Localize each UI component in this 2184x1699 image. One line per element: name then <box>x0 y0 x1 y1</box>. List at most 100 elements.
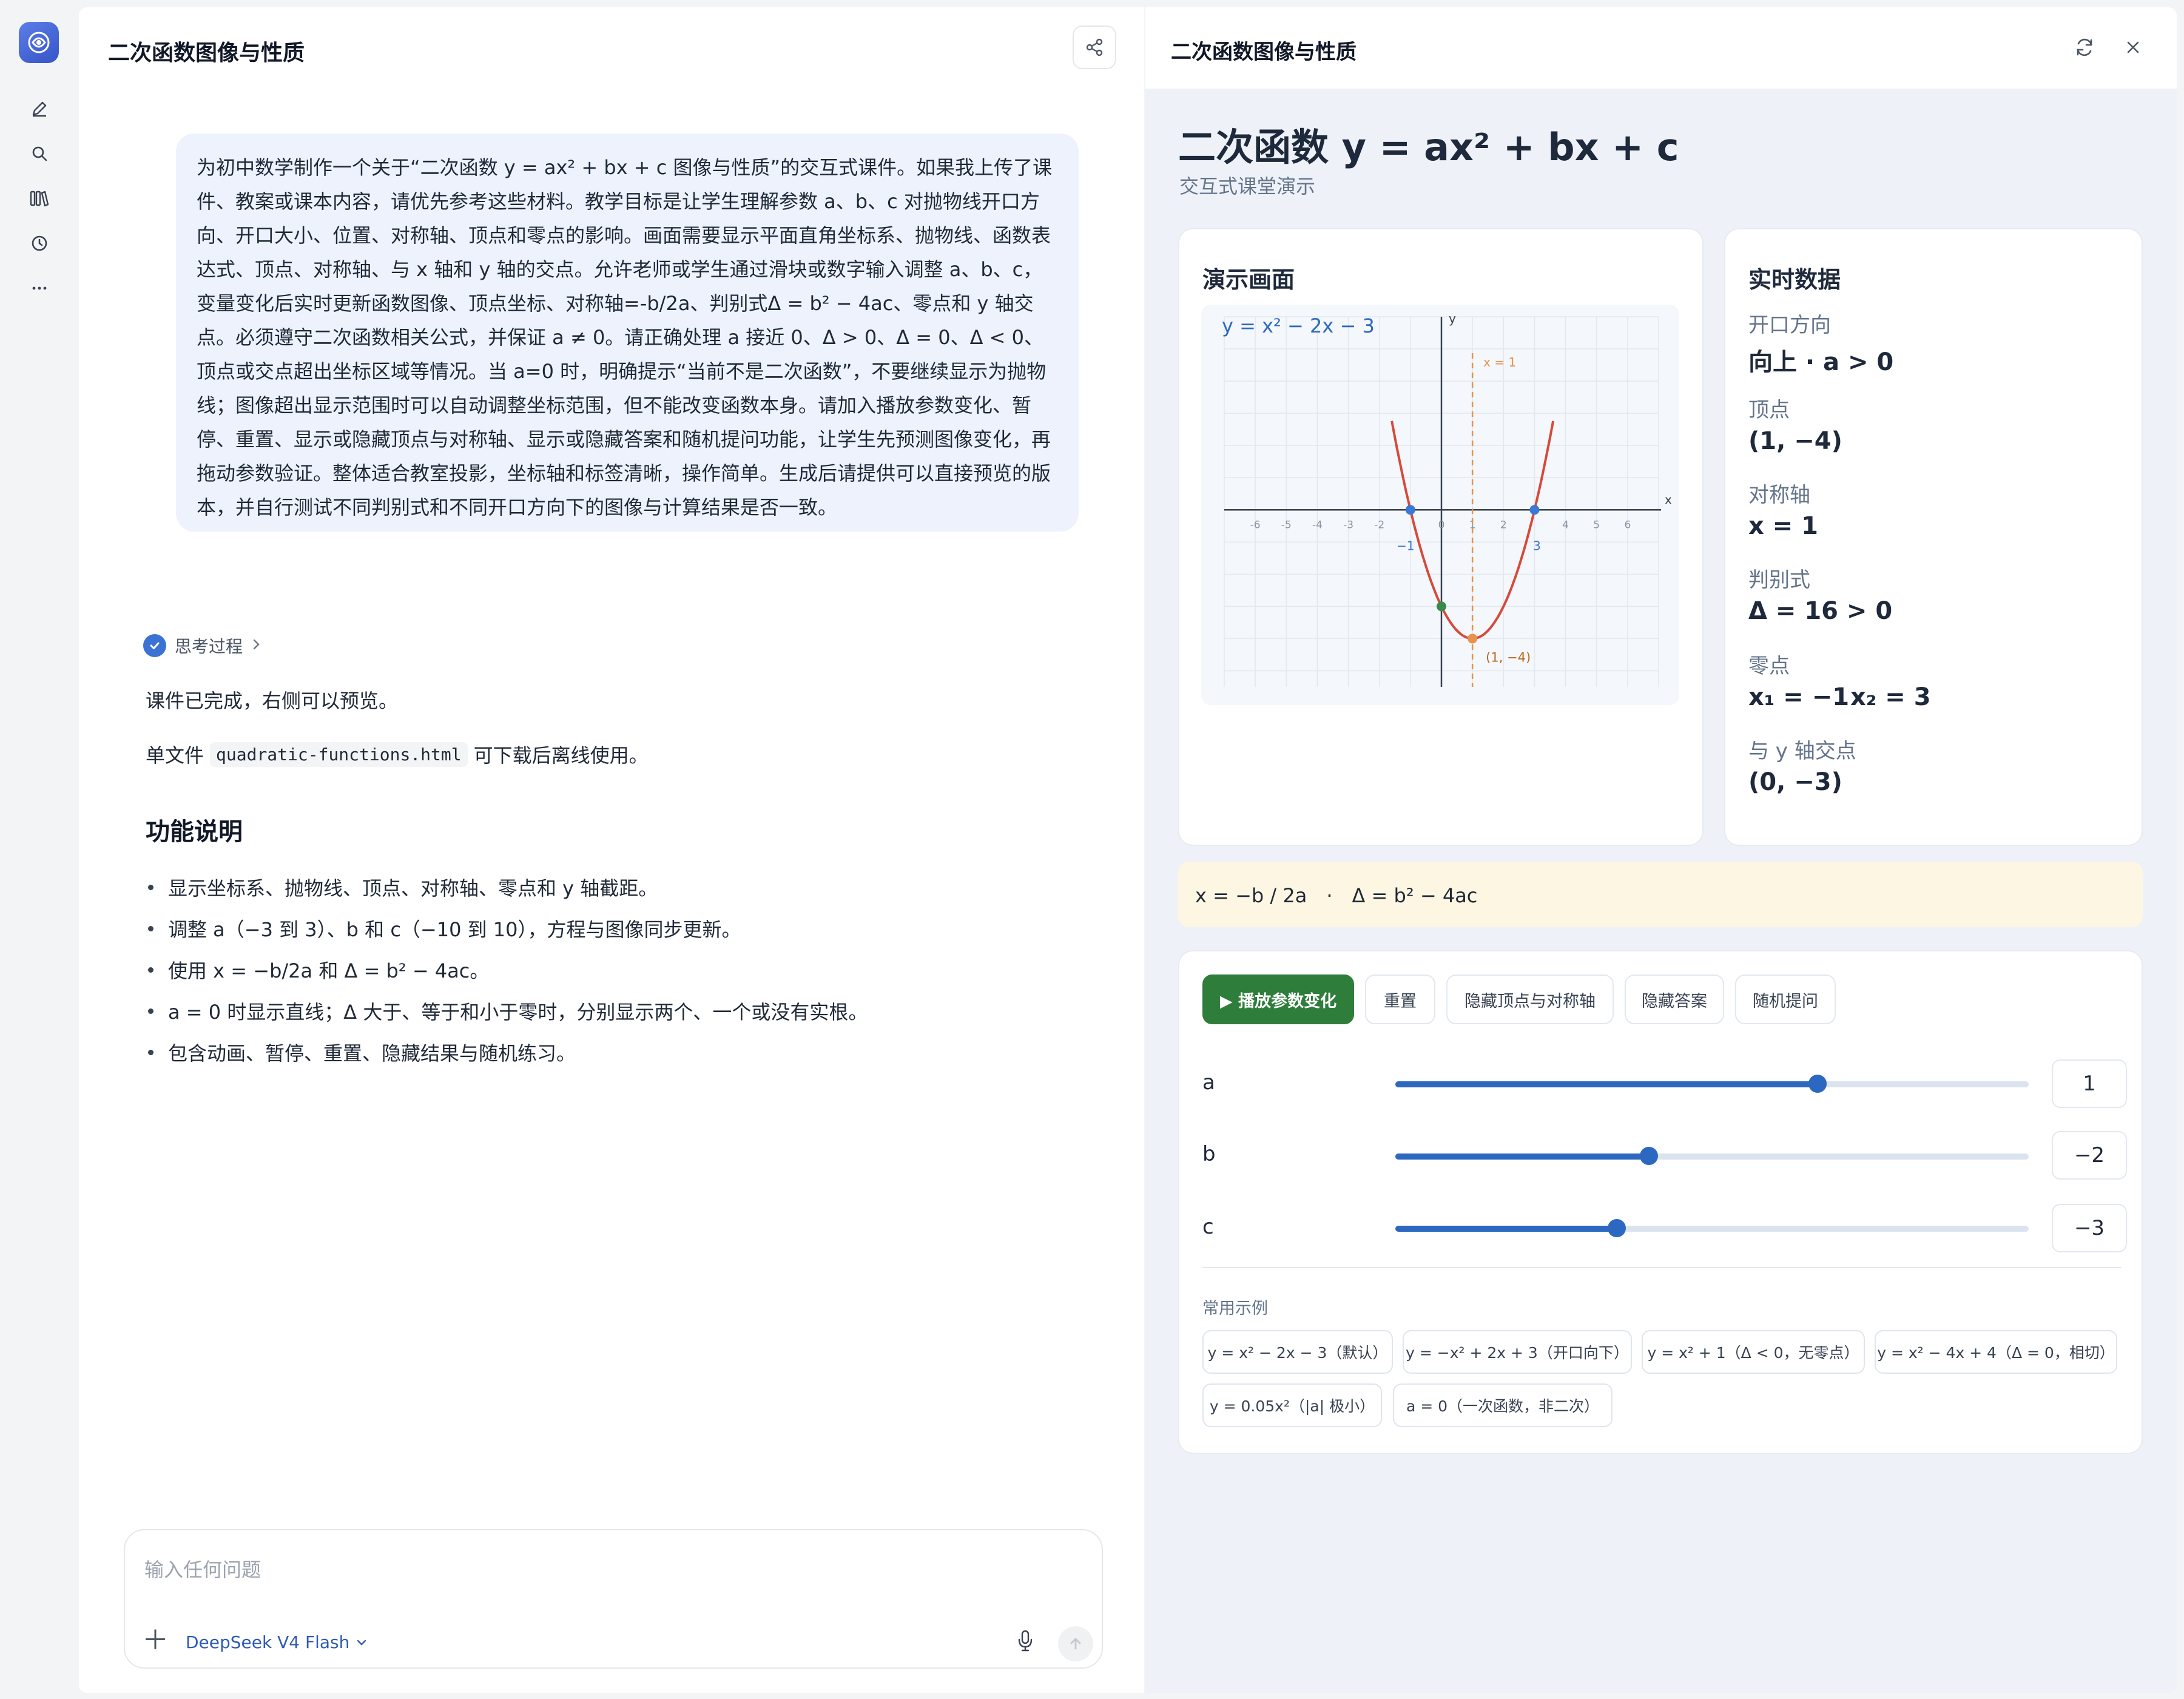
play-button[interactable]: ▶ 播放参数变化 <box>1202 974 1354 1024</box>
chat-panel: 二次函数图像与性质 为初中数学制作一个关于“二次函数 y = ax² + bx … <box>79 7 1144 1693</box>
page-title: 二次函数 y = ax² + bx + c <box>1178 125 1679 169</box>
examples-title: 常用示例 <box>1202 1299 1268 1318</box>
data-card: 实时数据 开口方向 向上 · a > 0 顶点 (1, −4) 对称轴 x = … <box>1724 228 2143 846</box>
history-icon[interactable] <box>24 228 55 258</box>
slider-c-thumb[interactable] <box>1608 1219 1626 1237</box>
slider-a-fill <box>1395 1081 1818 1087</box>
slider-a-label: a <box>1202 1070 1215 1095</box>
reset-button[interactable]: 重置 <box>1365 974 1435 1024</box>
zero-label: 3 <box>1533 538 1541 553</box>
chevron-down-icon <box>357 1640 366 1646</box>
toggle-vertex-button[interactable]: 隐藏顶点与对称轴 <box>1446 974 1614 1024</box>
thinking-toggle[interactable]: 思考过程 <box>143 633 262 658</box>
search-icon[interactable] <box>24 138 55 169</box>
slider-b-input[interactable]: −2 <box>2052 1131 2127 1180</box>
plot-svg: xy-6 -5 -4 -3 -2 0 1 2 4 5 6x = 1−1 3(1, −4)y = x² … <box>1222 311 1672 687</box>
send-button[interactable] <box>1058 1626 1093 1661</box>
random-question-button[interactable]: 随机提问 <box>1735 974 1836 1024</box>
more-icon[interactable] <box>24 273 55 303</box>
example-chip[interactable]: y = −x² + 2x + 3（开口向下） <box>1403 1330 1632 1374</box>
example-chip[interactable]: y = x² − 4x + 4（Δ = 0，相切） <box>1875 1330 2117 1374</box>
slider-b-fill <box>1395 1153 1649 1160</box>
icon-rail <box>0 0 79 1699</box>
y-intercept-value: (0, −3) <box>1748 768 1842 796</box>
x-tick-label: 4 <box>1562 519 1569 531</box>
y-intercept-label: 与 y 轴交点 <box>1748 739 1856 763</box>
vertex-value: (1, −4) <box>1748 427 1842 455</box>
function-plot[interactable]: x y -6 -5 -4 -3 -2 0 1 2 4 5 6 x = 1 −1 3 (1, −4) y = x² … <box>1201 305 1679 705</box>
done-text: 课件已完成，右侧可以预览。 <box>146 689 399 712</box>
controls-card: ▶ 播放参数变化 重置 隐藏顶点与对称轴 隐藏答案 随机提问 a 1 b −2 … <box>1178 950 2143 1454</box>
example-chip[interactable]: y = x² + 1（Δ < 0，无零点） <box>1642 1330 1865 1374</box>
file-name: quadratic-functions.html <box>210 741 468 767</box>
list-item: a = 0 时显示直线；Δ 大于、等于和小于零时，分别显示两个、一个或没有实根。 <box>146 990 868 1032</box>
share-button[interactable] <box>1073 25 1116 69</box>
chevron-right-icon <box>251 636 262 656</box>
features-heading: 功能说明 <box>146 818 243 846</box>
slider-a[interactable] <box>1395 1075 2029 1093</box>
mic-icon[interactable] <box>1011 1626 1040 1655</box>
function-equation: y = x² − 2x − 3 <box>1222 314 1375 337</box>
vertex-label: (1, −4) <box>1486 650 1531 664</box>
example-chip[interactable]: a = 0（一次函数，非二次） <box>1393 1383 1613 1427</box>
refresh-icon[interactable] <box>2069 32 2100 63</box>
slider-c-label: c <box>1202 1215 1214 1239</box>
file-note: 单文件 quadratic-functions.html 可下载后离线使用。 <box>146 740 649 768</box>
check-icon <box>143 634 166 657</box>
direction-value: 向上 · a > 0 <box>1748 348 1894 376</box>
preview-title: 二次函数图像与性质 <box>1171 40 1357 64</box>
y-intercept-point <box>1437 601 1446 612</box>
slider-a-thumb[interactable] <box>1808 1075 1827 1093</box>
slider-c-fill <box>1395 1226 1617 1232</box>
demo-card: 演示画面 x y -6 -5 -4 -3 -2 0 1 2 4 5 6 x = 1 −1 3 (1, −4) y … <box>1178 228 1704 846</box>
library-icon[interactable] <box>24 183 55 214</box>
zero1-value: x₁ = −1 <box>1748 683 1850 711</box>
message-input[interactable]: 输入任何问题 <box>144 1555 261 1582</box>
toggle-answer-button[interactable]: 隐藏答案 <box>1625 974 1724 1024</box>
features-list: 显示坐标系、抛物线、顶点、对称轴、零点和 y 轴截距。 调整 a（−3 到 3）… <box>146 866 868 1073</box>
share-icon <box>1086 38 1103 56</box>
list-item: 使用 x = −b/2a 和 Δ = b² − 4ac。 <box>146 949 868 990</box>
slider-c[interactable] <box>1395 1219 2029 1237</box>
user-message: 为初中数学制作一个关于“二次函数 y = ax² + bx + c 图像与性质”… <box>176 133 1079 532</box>
axis-value: x = 1 <box>1748 512 1818 540</box>
zero-point <box>1405 505 1415 515</box>
divider <box>1202 1267 2121 1268</box>
x-tick-label: -6 <box>1250 519 1261 531</box>
x-tick-label: 6 <box>1624 519 1631 531</box>
slider-b[interactable] <box>1395 1147 2029 1165</box>
x-axis-label: x <box>1665 492 1672 507</box>
zero2-value: x₂ = 3 <box>1850 683 1931 711</box>
message-composer: 输入任何问题 ＋ DeepSeek V4 Flash <box>124 1529 1103 1669</box>
x-tick-label: 5 <box>1593 519 1600 531</box>
model-selector[interactable]: DeepSeek V4 Flash <box>186 1632 368 1652</box>
axis-label: 对称轴 <box>1748 483 1810 507</box>
x-tick-label: 2 <box>1500 519 1507 531</box>
list-item: 调整 a（−3 到 3）、b 和 c（−10 到 10），方程与图像同步更新。 <box>146 908 868 949</box>
vertex-label: 顶点 <box>1748 398 1790 422</box>
y-axis-label: y <box>1449 311 1456 326</box>
direction-label: 开口方向 <box>1748 313 1831 337</box>
slider-b-thumb[interactable] <box>1639 1147 1658 1165</box>
axis-of-symmetry-label: x = 1 <box>1483 355 1516 370</box>
slider-b-label: b <box>1202 1142 1216 1166</box>
x-tick-label: 0 <box>1438 519 1445 531</box>
close-icon[interactable] <box>2117 32 2149 63</box>
slider-c-input[interactable]: −3 <box>2052 1204 2127 1252</box>
zero-label: −1 <box>1397 538 1414 553</box>
preview-header: 二次函数图像与性质 <box>1145 7 2177 89</box>
preview-panel: 二次函数图像与性质 二次函数 y = ax² + bx + c 交互式课堂演示 … <box>1145 7 2177 1693</box>
x-tick-label: -3 <box>1343 519 1353 531</box>
chat-title: 二次函数图像与性质 <box>108 41 305 66</box>
slider-a-input[interactable]: 1 <box>2052 1059 2127 1108</box>
discriminant-label: 判别式 <box>1748 568 1810 592</box>
discriminant-value: Δ = 16 > 0 <box>1748 597 1893 625</box>
file-suffix: 可下载后离线使用。 <box>473 744 649 767</box>
zero-point <box>1529 505 1540 515</box>
plus-icon[interactable]: ＋ <box>142 1627 169 1654</box>
x-tick-label: -5 <box>1281 519 1292 531</box>
example-chip[interactable]: y = x² − 2x − 3（默认） <box>1202 1330 1393 1374</box>
new-chat-icon[interactable] <box>24 93 55 124</box>
example-chip[interactable]: y = 0.05x²（|a| 极小） <box>1202 1383 1382 1427</box>
app-logo-icon[interactable] <box>19 22 59 63</box>
